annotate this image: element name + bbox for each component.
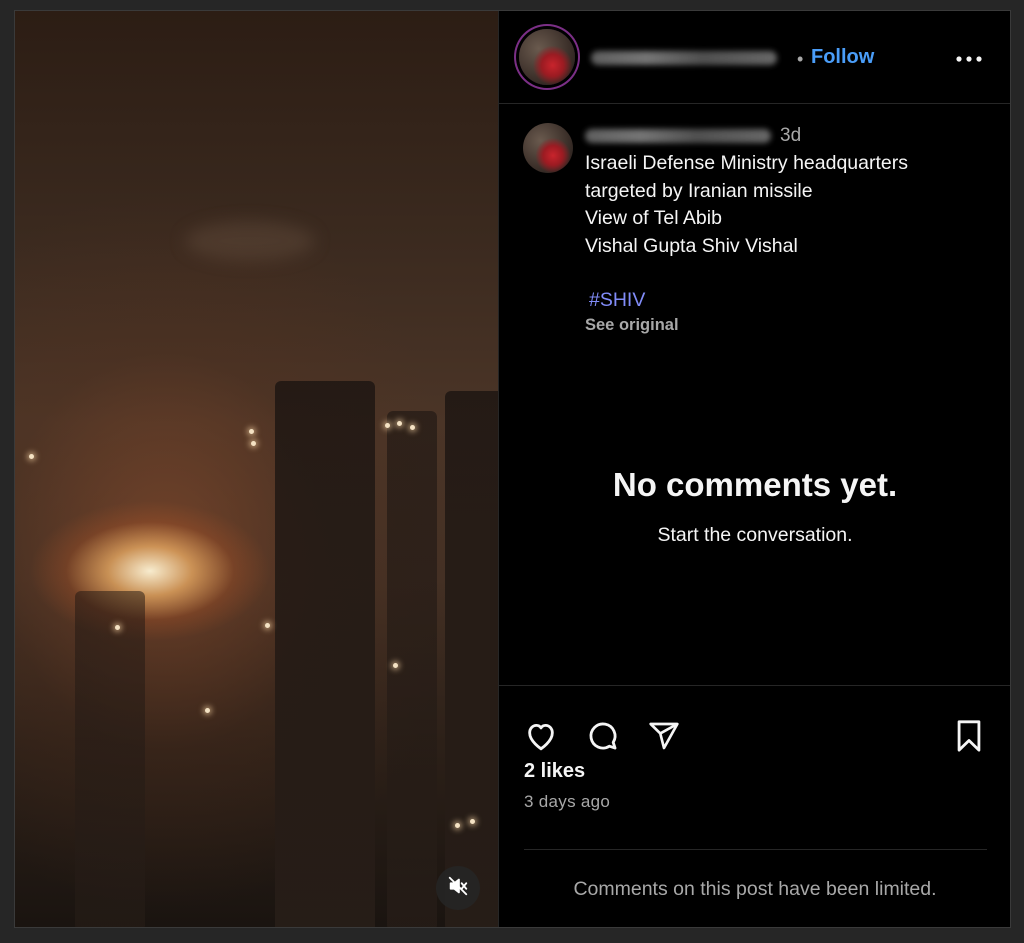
caption-line: View of Tel Abib <box>585 207 722 229</box>
caption-line: Israeli Defense Ministry headquarters <box>585 152 908 174</box>
video-building <box>275 381 375 927</box>
no-comments-subtitle: Start the conversation. <box>657 524 853 546</box>
video-light <box>385 423 390 428</box>
more-options-button[interactable] <box>951 45 987 71</box>
video-light <box>393 663 398 668</box>
video-light <box>251 441 256 446</box>
post-modal: • Follow 3d Israeli Defense Ministry hea… <box>14 10 1011 928</box>
video-light <box>455 823 460 828</box>
speaker-muted-icon <box>447 875 469 902</box>
save-button[interactable] <box>949 718 989 758</box>
post-time-ago[interactable]: 3 days ago <box>524 792 610 812</box>
separator-dot: • <box>797 49 804 69</box>
bookmark-icon <box>954 719 984 758</box>
divider <box>524 849 987 850</box>
caption-username-blurred[interactable] <box>585 129 771 143</box>
caption-timestamp[interactable]: 3d <box>780 125 801 147</box>
caption-line: targeted by Iranian missile <box>585 179 813 202</box>
comment-icon <box>586 719 620 758</box>
post-details-panel: • Follow 3d Israeli Defense Ministry hea… <box>498 11 1010 927</box>
follow-button[interactable]: Follow <box>811 46 874 69</box>
comments-limited-notice: Comments on this post have been limited. <box>573 878 937 900</box>
video-light <box>29 454 34 459</box>
mute-button[interactable] <box>436 866 480 910</box>
author-avatar[interactable] <box>519 29 575 85</box>
video-light <box>410 425 415 430</box>
post-actions-section: 2 likes 3 days ago Comments on this post… <box>499 685 1010 927</box>
share-button[interactable] <box>644 718 684 758</box>
like-button[interactable] <box>521 718 561 758</box>
video-light <box>397 421 402 426</box>
video-building <box>75 591 145 927</box>
caption-line: Vishal Gupta Shiv Vishal <box>585 234 798 257</box>
video-building <box>445 391 498 927</box>
hashtag-link[interactable]: #SHIV <box>589 289 645 312</box>
video-light <box>205 708 210 713</box>
post-caption: Israeli Defense Ministry headquarters ta… <box>585 150 985 260</box>
no-comments-title: No comments yet. <box>612 466 898 503</box>
author-username-blurred[interactable] <box>591 51 777 65</box>
video-light <box>265 623 270 628</box>
post-header: • Follow <box>499 11 1010 104</box>
video-building <box>387 411 437 927</box>
share-icon <box>648 720 680 757</box>
comment-button[interactable] <box>583 718 623 758</box>
post-video[interactable] <box>15 11 498 927</box>
heart-icon <box>524 720 558 757</box>
more-options-icon <box>956 49 982 67</box>
smoke-haze <box>185 221 315 261</box>
likes-count[interactable]: 2 likes <box>524 760 585 783</box>
video-light <box>470 819 475 824</box>
see-original-link[interactable]: See original <box>585 316 679 335</box>
video-light <box>249 429 254 434</box>
video-light <box>115 625 120 630</box>
caption-author-avatar[interactable] <box>523 123 573 173</box>
